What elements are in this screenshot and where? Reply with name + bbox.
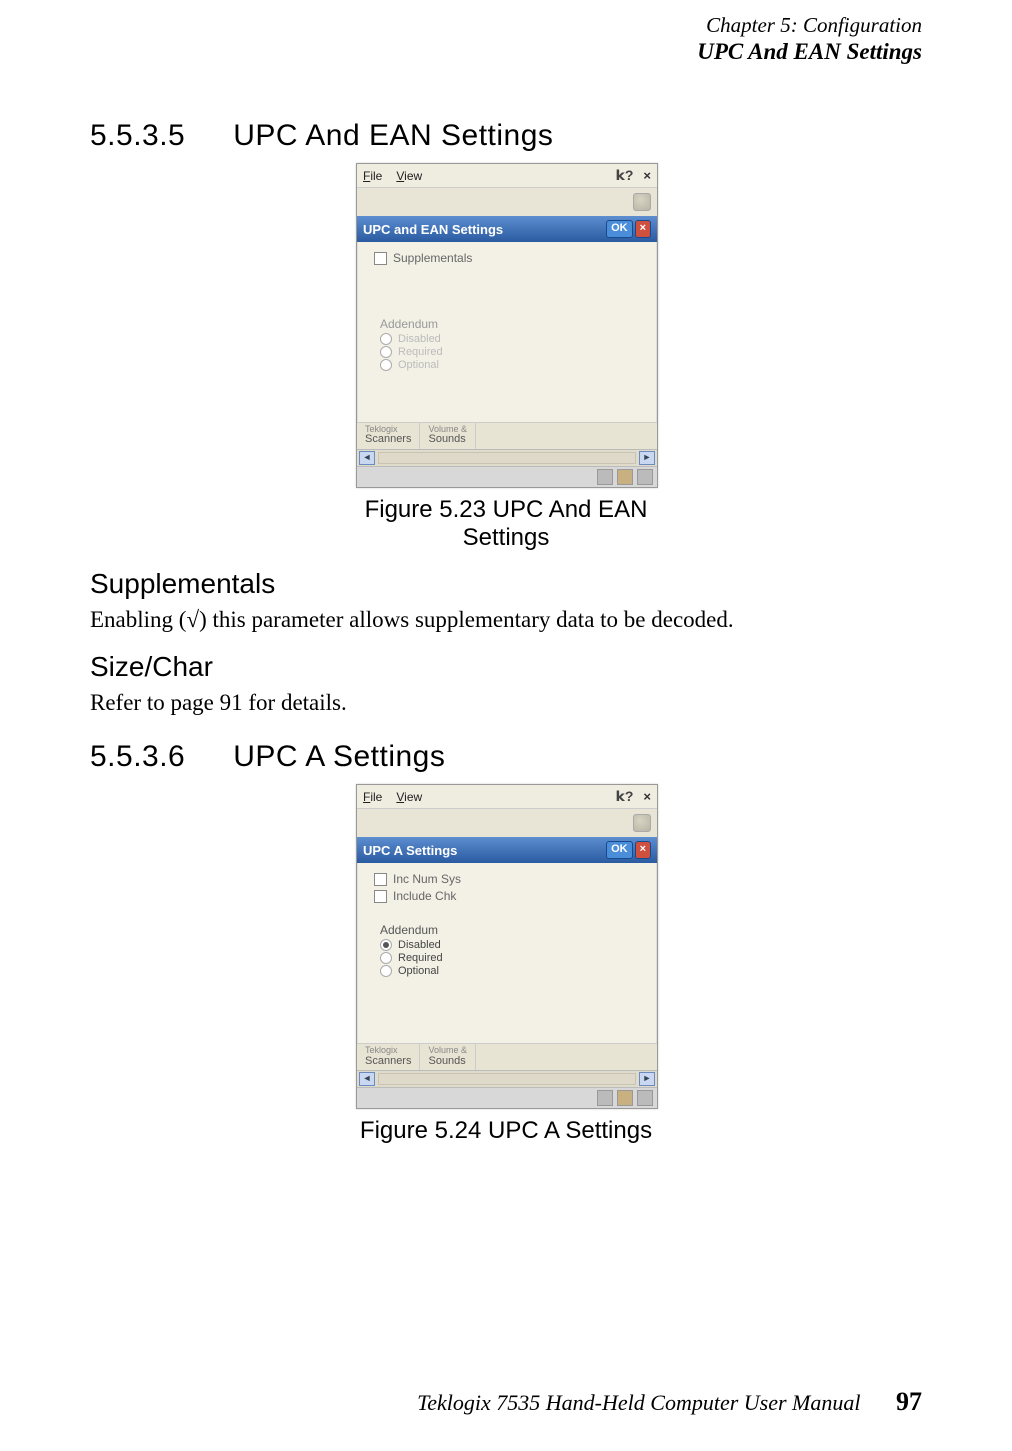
dialog-title: UPC A Settings — [363, 843, 457, 858]
tray-icon[interactable] — [597, 469, 613, 485]
radio-optional[interactable] — [380, 359, 392, 371]
radio-disabled[interactable] — [380, 333, 392, 345]
toolbar-icon[interactable] — [633, 814, 651, 832]
screenshot-upc-a: FFileile VViewiew 𝗸? × UPC A Settings OK… — [356, 784, 658, 1109]
tray-icon[interactable] — [617, 469, 633, 485]
footer-manual-title: Teklogix 7535 Hand-Held Computer User Ma… — [417, 1390, 860, 1415]
section-number-1: 5.5.3.5 — [90, 119, 185, 153]
taskbar — [357, 466, 657, 487]
sub-heading-sizechar: Size/Char — [90, 651, 922, 683]
checkbox-include-chk[interactable] — [374, 890, 387, 903]
figure-caption-1: Figure 5.23 UPC And EAN Settings — [356, 496, 656, 552]
radio-required[interactable] — [380, 952, 392, 964]
menu-view[interactable]: VViewiew — [396, 169, 422, 183]
header-section: UPC And EAN Settings — [90, 38, 922, 67]
page-number: 97 — [896, 1387, 922, 1416]
menu-file[interactable]: FFileile — [363, 169, 382, 183]
tab-scanners[interactable]: Teklogix Scanners — [357, 1044, 420, 1070]
tab-sounds[interactable]: Volume & Sounds — [420, 1044, 476, 1070]
body-supplementals: Enabling (√) this parameter allows suppl… — [90, 604, 922, 635]
cancel-button[interactable]: × — [635, 220, 651, 238]
screenshot-upc-ean: FFileile VViewiew 𝗸? × UPC and EAN Setti… — [356, 163, 658, 488]
sub-heading-supplementals: Supplementals — [90, 568, 922, 600]
checkbox-inc-num-sys[interactable] — [374, 873, 387, 886]
header-chapter: Chapter 5: Configuration — [90, 12, 922, 38]
radio-required[interactable] — [380, 346, 392, 358]
radio-optional[interactable] — [380, 965, 392, 977]
tray-icon[interactable] — [617, 1090, 633, 1106]
scroll-left-icon[interactable]: ◄ — [359, 451, 375, 465]
radio-disabled[interactable] — [380, 939, 392, 951]
scroll-right-icon[interactable]: ► — [639, 451, 655, 465]
close-icon[interactable]: × — [643, 168, 651, 183]
section-title-2: UPC A Settings — [233, 740, 445, 774]
checkbox-label: Inc Num Sys — [393, 872, 461, 886]
scroll-left-icon[interactable]: ◄ — [359, 1072, 375, 1086]
checkbox-supplementals[interactable] — [374, 252, 387, 265]
dialog-title: UPC and EAN Settings — [363, 222, 503, 237]
cancel-button[interactable]: × — [635, 841, 651, 859]
horizontal-scrollbar[interactable]: ◄ ► — [357, 449, 657, 466]
figure-caption-2: Figure 5.24 UPC A Settings — [356, 1117, 656, 1145]
scroll-right-icon[interactable]: ► — [639, 1072, 655, 1086]
toolbar-icon[interactable] — [633, 193, 651, 211]
ok-button[interactable]: OK — [606, 841, 633, 859]
tab-sounds[interactable]: Volume & Sounds — [420, 423, 476, 449]
addendum-group-label: Addendum — [380, 317, 648, 331]
help-icon[interactable]: 𝗸? — [616, 788, 634, 805]
taskbar — [357, 1087, 657, 1108]
tray-icon[interactable] — [637, 469, 653, 485]
addendum-group-label: Addendum — [380, 923, 648, 937]
menu-view[interactable]: VViewiew — [396, 790, 422, 804]
section-title-1: UPC And EAN Settings — [233, 119, 553, 153]
section-number-2: 5.5.3.6 — [90, 740, 185, 774]
tab-scanners[interactable]: Teklogix Scanners — [357, 423, 420, 449]
checkbox-label: Include Chk — [393, 889, 456, 903]
tray-icon[interactable] — [637, 1090, 653, 1106]
menu-file[interactable]: FFileile — [363, 790, 382, 804]
body-sizechar: Refer to page 91 for details. — [90, 687, 922, 718]
ok-button[interactable]: OK — [606, 220, 633, 238]
horizontal-scrollbar[interactable]: ◄ ► — [357, 1070, 657, 1087]
tray-icon[interactable] — [597, 1090, 613, 1106]
checkbox-label: Supplementals — [393, 251, 472, 265]
help-icon[interactable]: 𝗸? — [616, 167, 634, 184]
close-icon[interactable]: × — [643, 789, 651, 804]
